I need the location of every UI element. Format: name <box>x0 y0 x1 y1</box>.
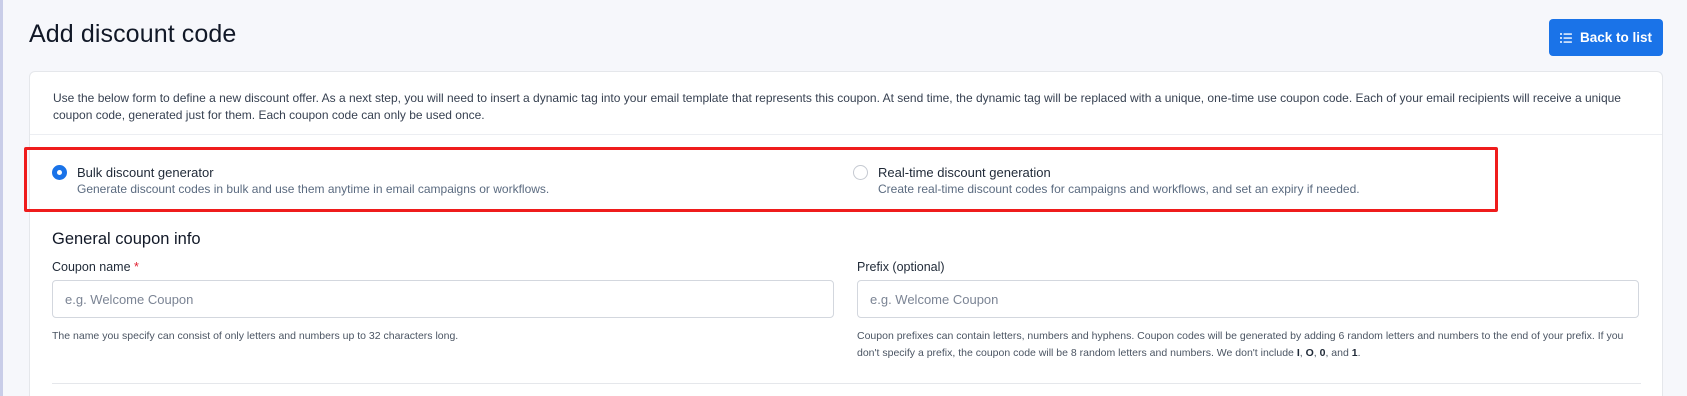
prefix-input[interactable] <box>857 280 1639 318</box>
radio-option-realtime-title: Real-time discount generation <box>878 165 1051 180</box>
section-title-general-info: General coupon info <box>52 230 201 248</box>
back-to-list-button[interactable]: Back to list <box>1549 19 1663 56</box>
list-icon <box>1559 32 1572 43</box>
radio-option-realtime-description: Create real-time discount codes for camp… <box>878 182 1360 196</box>
radio-option-bulk-text: Bulk discount generator Generate discoun… <box>77 164 549 198</box>
intro-divider <box>30 134 1662 135</box>
radio-button-realtime[interactable] <box>853 165 868 180</box>
coupon-name-input[interactable] <box>52 280 834 318</box>
radio-option-bulk-description: Generate discount codes in bulk and use … <box>77 182 550 196</box>
window-left-edge <box>0 0 3 396</box>
prefix-help: Coupon prefixes can contain letters, num… <box>857 328 1637 362</box>
back-to-list-label: Back to list <box>1579 30 1653 45</box>
prefix-help-text: Coupon prefixes can contain letters, num… <box>857 330 1624 359</box>
radio-button-bulk[interactable] <box>52 165 67 180</box>
coupon-name-help: The name you specify can consist of only… <box>52 330 459 342</box>
radio-option-bulk-title: Bulk discount generator <box>77 165 214 180</box>
radio-option-realtime[interactable]: Real-time discount generation Create rea… <box>853 164 1360 198</box>
prefix-label: Prefix (optional) <box>857 260 945 274</box>
intro-text: Use the below form to define a new disco… <box>53 91 1621 122</box>
prefix-help-end: . <box>1357 347 1361 359</box>
required-marker: * <box>134 260 139 274</box>
radio-option-realtime-text: Real-time discount generation Create rea… <box>878 164 1360 198</box>
excluded-char-2: O <box>1305 347 1314 359</box>
section-divider <box>52 383 1641 384</box>
prefix-help-separator-3: , and <box>1325 347 1352 359</box>
radio-option-bulk[interactable]: Bulk discount generator Generate discoun… <box>52 164 549 198</box>
page-title: Add discount code <box>29 20 237 48</box>
coupon-name-label: Coupon name * <box>52 260 139 274</box>
coupon-name-label-text: Coupon name <box>52 260 131 274</box>
